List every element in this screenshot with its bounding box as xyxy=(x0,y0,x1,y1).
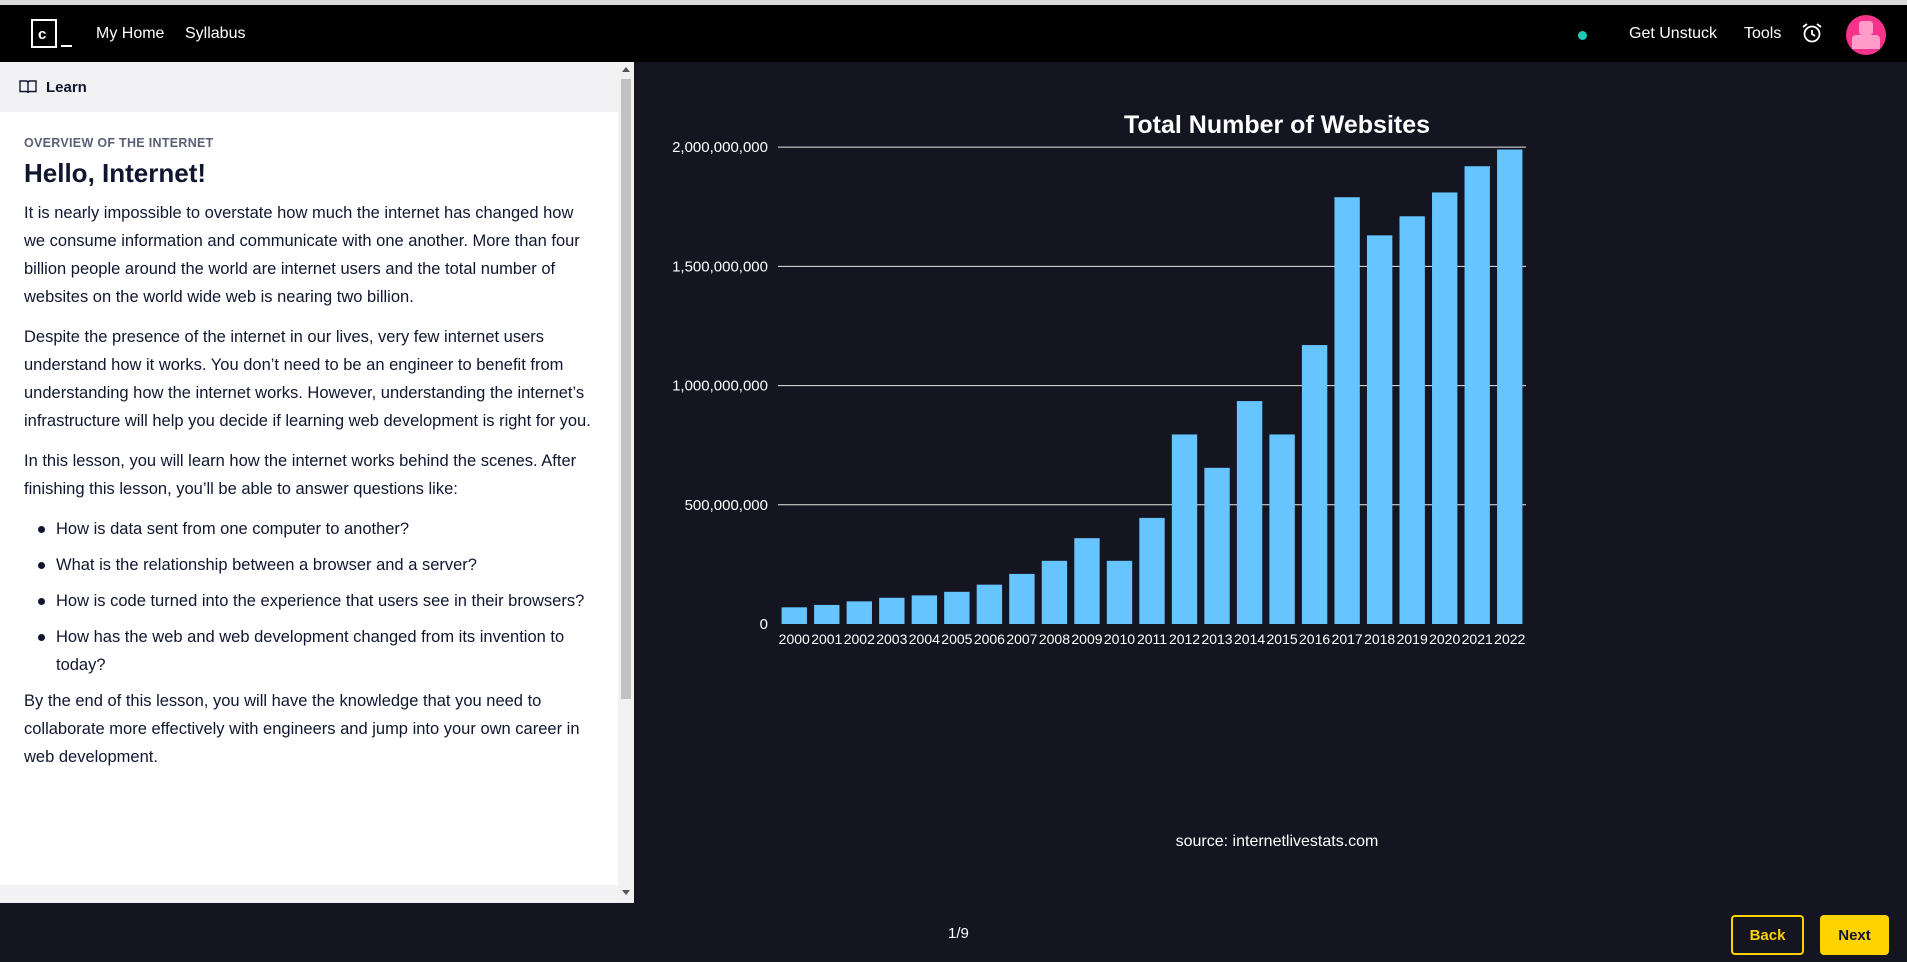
x-tick-label: 2010 xyxy=(1104,631,1135,647)
chart-x-ticks: 2000 2001 2002 2003 2004 2005 2006 2007 2008 2009… xyxy=(779,631,1526,647)
lesson-title: Hello, Internet! xyxy=(24,158,207,188)
paragraph: It is nearly impossible to overstate how… xyxy=(24,204,580,306)
paragraph: Despite the presence of the internet in … xyxy=(24,328,591,430)
bar-2017 xyxy=(1334,197,1360,624)
x-tick-label: 2019 xyxy=(1397,631,1428,647)
chart-title: Total Number of Websites xyxy=(1124,111,1430,139)
bar-2018 xyxy=(1366,235,1393,625)
bar-2021 xyxy=(1464,166,1490,624)
scroll-thumb[interactable] xyxy=(621,79,631,699)
top-navbar: c My Home Syllabus Get Unstuck Tools xyxy=(0,5,1907,62)
x-tick-label: 2016 xyxy=(1299,631,1330,647)
bar-2006 xyxy=(976,584,1003,624)
bar-2010 xyxy=(1106,560,1133,624)
x-tick-label: 2018 xyxy=(1364,631,1395,647)
logo-icon[interactable]: c xyxy=(31,19,57,48)
alarm-clock-icon[interactable] xyxy=(1801,22,1823,44)
x-tick-label: 2001 xyxy=(811,631,842,647)
x-tick-label: 2014 xyxy=(1234,631,1265,647)
avatar-body xyxy=(1852,35,1880,49)
bar-2007 xyxy=(1009,573,1035,624)
bar-2009 xyxy=(1074,538,1100,624)
nav-my-home[interactable]: My Home xyxy=(96,25,164,43)
bar-2005 xyxy=(944,591,970,624)
y-tick-label: 2,000,000,000 xyxy=(672,139,768,156)
bar-2004 xyxy=(911,595,938,624)
bar-2003 xyxy=(879,597,905,624)
chart-panel: Total Number of Websites 0 500,000,000 1,0… xyxy=(634,62,1907,903)
bar-2000 xyxy=(781,607,807,624)
x-tick-label: 2007 xyxy=(1006,631,1037,647)
y-tick-label: 1,500,000,000 xyxy=(672,258,768,275)
x-tick-label: 2015 xyxy=(1267,631,1298,647)
x-tick-label: 2012 xyxy=(1169,631,1200,647)
list-item: How is code turned into the experience t… xyxy=(24,587,594,615)
x-tick-label: 2020 xyxy=(1429,631,1460,647)
x-tick-label: 2013 xyxy=(1201,631,1232,647)
x-tick-label: 2009 xyxy=(1071,631,1102,647)
bar-2008 xyxy=(1041,560,1068,624)
bar-2011 xyxy=(1139,517,1165,624)
book-icon xyxy=(19,80,37,94)
learn-tab[interactable]: Learn xyxy=(0,62,618,112)
paragraph: By the end of this lesson, you will have… xyxy=(24,692,580,766)
bar-2020 xyxy=(1432,192,1458,625)
x-tick-label: 2000 xyxy=(779,631,810,647)
y-tick-label: 500,000,000 xyxy=(685,497,768,514)
bar-2013 xyxy=(1204,467,1230,624)
scroll-up-arrow-icon[interactable] xyxy=(622,67,630,72)
bar-2022 xyxy=(1497,149,1523,624)
x-tick-label: 2021 xyxy=(1462,631,1493,647)
list-item: What is the relationship between a brows… xyxy=(24,551,594,579)
back-button[interactable]: Back xyxy=(1731,915,1804,955)
x-tick-label: 2003 xyxy=(876,631,907,647)
list-item: How is data sent from one computer to an… xyxy=(24,515,594,543)
websites-bar-chart: Total Number of Websites 0 500,000,000 1,0… xyxy=(672,111,1526,850)
bar-2012 xyxy=(1171,434,1198,624)
scrollbar[interactable] xyxy=(618,62,634,903)
paragraph: In this lesson, you will learn how the i… xyxy=(24,452,577,498)
x-tick-label: 2006 xyxy=(974,631,1005,647)
avatar[interactable] xyxy=(1846,15,1886,55)
x-tick-label: 2017 xyxy=(1332,631,1363,647)
x-tick-label: 2002 xyxy=(844,631,875,647)
status-dot-icon xyxy=(1578,31,1587,40)
bar-2016 xyxy=(1301,345,1328,624)
lesson-kicker: OVERVIEW OF THE INTERNET xyxy=(24,136,214,150)
bar-2001 xyxy=(814,604,840,624)
next-button[interactable]: Next xyxy=(1820,915,1889,955)
page-count: 1/9 xyxy=(948,925,969,942)
y-tick-label: 0 xyxy=(760,616,768,633)
y-tick-label: 1,000,000,000 xyxy=(672,378,768,395)
avatar-head xyxy=(1859,21,1873,35)
x-tick-label: 2008 xyxy=(1039,631,1070,647)
chart-bars xyxy=(781,149,1523,625)
nav-syllabus[interactable]: Syllabus xyxy=(185,25,245,43)
logo-letter: c xyxy=(38,26,47,43)
nav-tools[interactable]: Tools xyxy=(1744,25,1781,43)
footer-bar: 1/9 Back Next xyxy=(0,903,1907,962)
scroll-down-arrow-icon[interactable] xyxy=(622,890,630,895)
learn-tab-label: Learn xyxy=(46,78,87,96)
question-list: How is data sent from one computer to an… xyxy=(24,515,594,679)
chart-y-ticks: 0 500,000,000 1,000,000,000 1,500,000,000 2,… xyxy=(672,139,768,633)
next-section-header[interactable] xyxy=(0,885,618,903)
bar-2002 xyxy=(846,601,872,624)
learn-panel: Learn OVERVIEW OF THE INTERNET Hello, In… xyxy=(0,62,634,903)
chart-source: source: internetlivestats.com xyxy=(1176,833,1379,850)
bar-2019 xyxy=(1399,216,1425,624)
bar-2015 xyxy=(1269,434,1295,624)
logo-underscore xyxy=(61,45,72,47)
nav-get-unstuck[interactable]: Get Unstuck xyxy=(1629,25,1717,43)
x-tick-label: 2011 xyxy=(1137,631,1167,647)
bar-2014 xyxy=(1236,401,1263,624)
x-tick-label: 2004 xyxy=(909,631,940,647)
x-tick-label: 2005 xyxy=(941,631,972,647)
lesson-content: OVERVIEW OF THE INTERNET Hello, Internet… xyxy=(24,136,594,771)
x-tick-label: 2022 xyxy=(1494,631,1525,647)
list-item: How has the web and web development chan… xyxy=(24,623,594,679)
